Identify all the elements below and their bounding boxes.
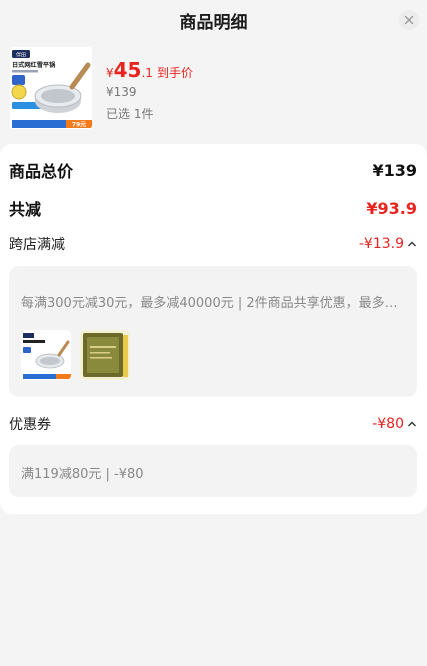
store-promo-value: -¥13.9	[358, 236, 404, 252]
discount-value: ¥93.9	[366, 198, 417, 218]
price-detail-card: 商品总价 ¥139 共减 ¥93.9 跨店满减 -¥13.9 每满300元减30…	[0, 144, 427, 514]
gift-box-product-thumbnail	[80, 330, 130, 380]
selected-count: 已选 1件	[106, 107, 154, 121]
store-promo-label: 跨店满减	[9, 237, 65, 253]
price-tag: 到手价	[156, 66, 193, 80]
discount-label: 共减	[9, 200, 42, 219]
price-decimal: .1	[141, 66, 153, 80]
product-brand-text: 伴田	[16, 51, 26, 58]
product-summary: 伴田 日式网红雪平锅 79元 ¥45.1 到手价 ¥139 已选 1件	[0, 40, 427, 136]
saucepan-product-image: 伴田 日式网红雪平锅 79元	[10, 47, 92, 129]
saucepan-product-thumbnail	[21, 330, 71, 380]
final-price: ¥45.1 到手价	[106, 58, 193, 82]
close-icon	[404, 15, 414, 25]
header: 商品明细	[0, 0, 427, 40]
chevron-up-icon	[408, 421, 416, 427]
promo-item-thumbnail[interactable]	[21, 330, 71, 380]
price-integer: 45	[113, 58, 142, 82]
close-button[interactable]	[399, 10, 419, 30]
coupon-label: 优惠券	[9, 417, 51, 433]
store-promo-row[interactable]: 跨店满减 -¥13.9	[9, 234, 417, 254]
coupon-toggle[interactable]: -¥80	[372, 416, 417, 432]
original-price: ¥139	[106, 85, 137, 99]
promo-item-thumbnail[interactable]	[80, 330, 130, 380]
discount-row: 共减 ¥93.9	[9, 196, 417, 220]
product-price-badge-text: 79元	[72, 122, 86, 129]
store-promo-description: 每满300元减30元，最多减40000元 | 2件商品共享优惠，最多可减	[21, 296, 403, 311]
coupon-detail: 满119减80元 | -¥80	[9, 445, 417, 497]
product-thumbnail[interactable]: 伴田 日式网红雪平锅 79元	[10, 47, 92, 129]
coupon-value: -¥80	[372, 416, 404, 432]
price-currency: ¥	[106, 66, 114, 80]
product-image-name-text: 日式网红雪平锅	[12, 61, 55, 69]
total-value: ¥139	[372, 160, 417, 180]
page-title: 商品明细	[179, 13, 248, 33]
total-row: 商品总价 ¥139	[9, 158, 417, 182]
total-label: 商品总价	[9, 162, 74, 181]
store-promo-toggle[interactable]: -¥13.9	[359, 236, 417, 252]
store-promo-detail: 每满300元减30元，最多减40000元 | 2件商品共享优惠，最多可减	[9, 266, 417, 397]
coupon-row[interactable]: 优惠券 -¥80	[9, 414, 417, 434]
chevron-up-icon	[408, 241, 416, 247]
coupon-description: 满119减80元 | -¥80	[21, 467, 144, 482]
